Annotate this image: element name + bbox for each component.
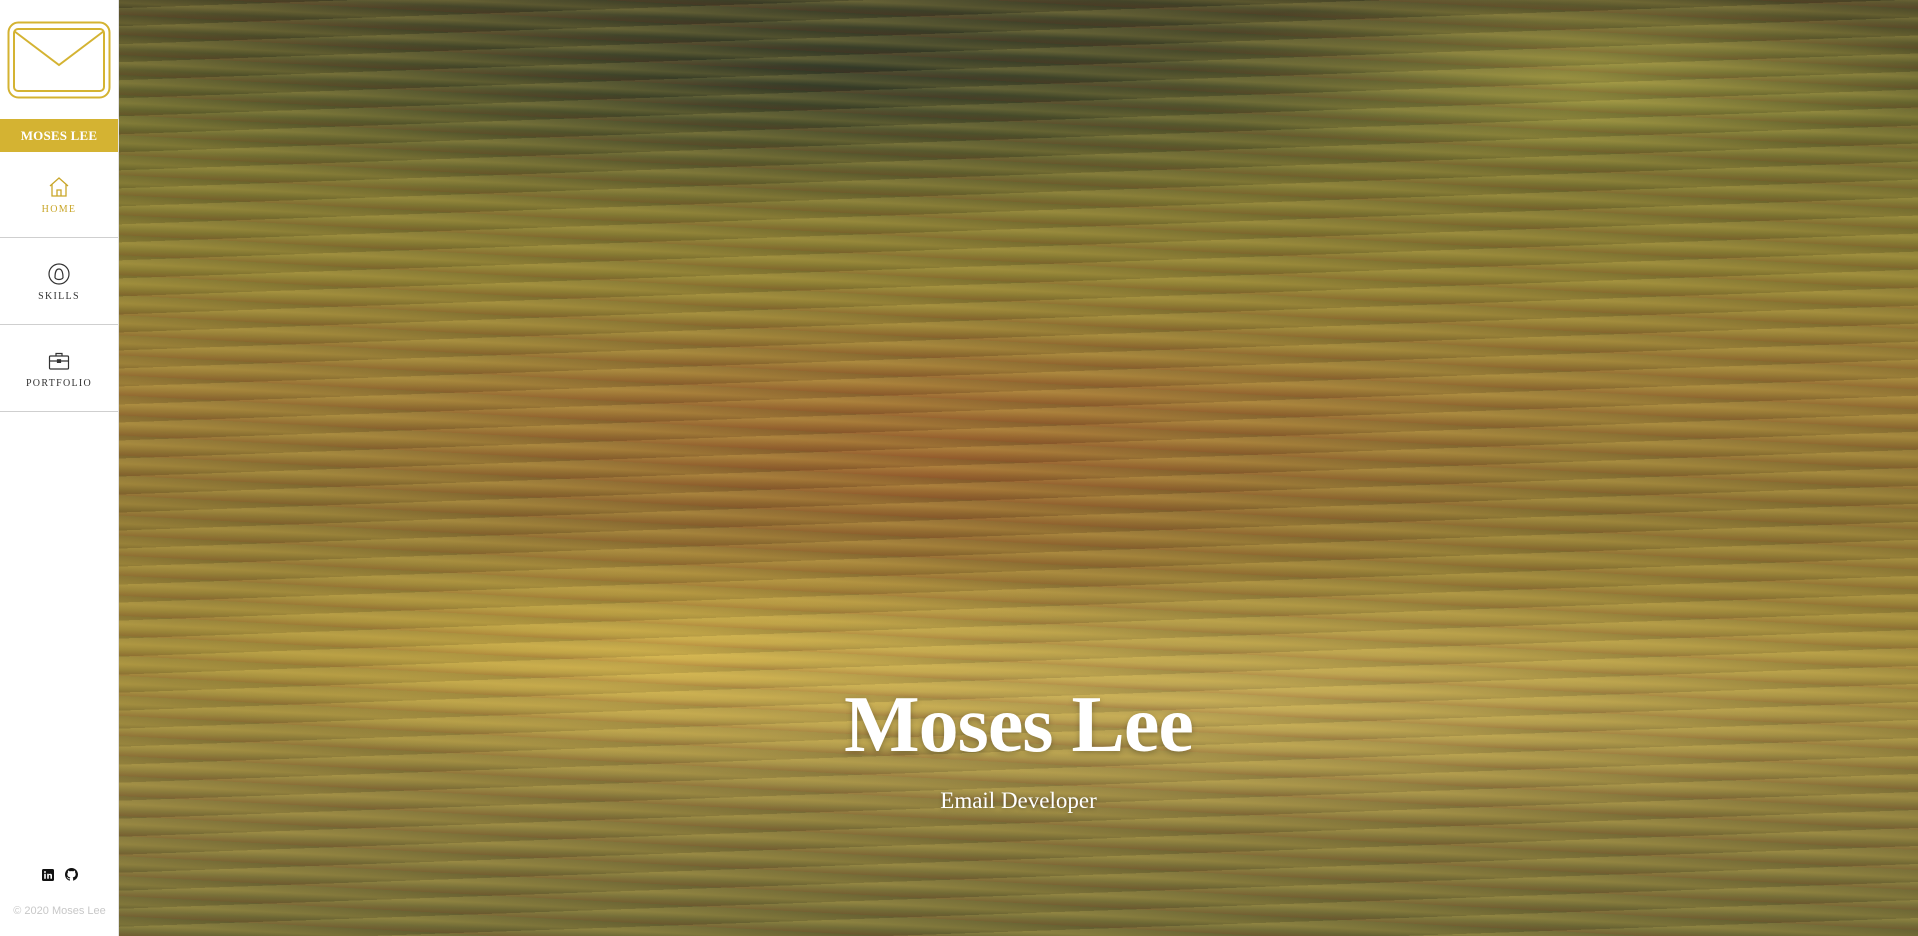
sidebar-item-portfolio[interactable]: PORTFOLIO xyxy=(0,325,118,412)
sidebar-item-label: PORTFOLIO xyxy=(25,377,93,389)
hero-section: Moses Lee Email Developer xyxy=(119,0,1918,936)
sidebar-item-home[interactable]: HOME xyxy=(0,152,118,238)
social-links xyxy=(0,868,119,881)
sidebar-nav: HOME SKILLS PORTFOLIO xyxy=(0,152,118,412)
envelope-icon xyxy=(7,21,111,98)
hero-title: Moses Lee xyxy=(844,681,1194,769)
sidebar-item-label: SKILLS xyxy=(38,290,80,302)
sidebar-item-label: HOME xyxy=(41,204,77,215)
head-icon xyxy=(46,261,72,287)
hero-content: Moses Lee Email Developer xyxy=(119,0,1918,936)
home-icon xyxy=(46,174,72,200)
briefcase-icon xyxy=(46,348,72,374)
copyright-text: © 2020 Moses Lee xyxy=(13,905,106,917)
sidebar: MOSES LEE HOME SKILLS PORTFOLIO © 2020 M… xyxy=(0,0,119,936)
hero-subtitle: Email Developer xyxy=(940,788,1097,813)
linkedin-icon[interactable] xyxy=(42,868,55,881)
sidebar-name-bar[interactable]: MOSES LEE xyxy=(0,119,118,152)
logo[interactable] xyxy=(0,0,118,119)
github-icon[interactable] xyxy=(64,868,78,881)
sidebar-item-skills[interactable]: SKILLS xyxy=(0,238,118,325)
